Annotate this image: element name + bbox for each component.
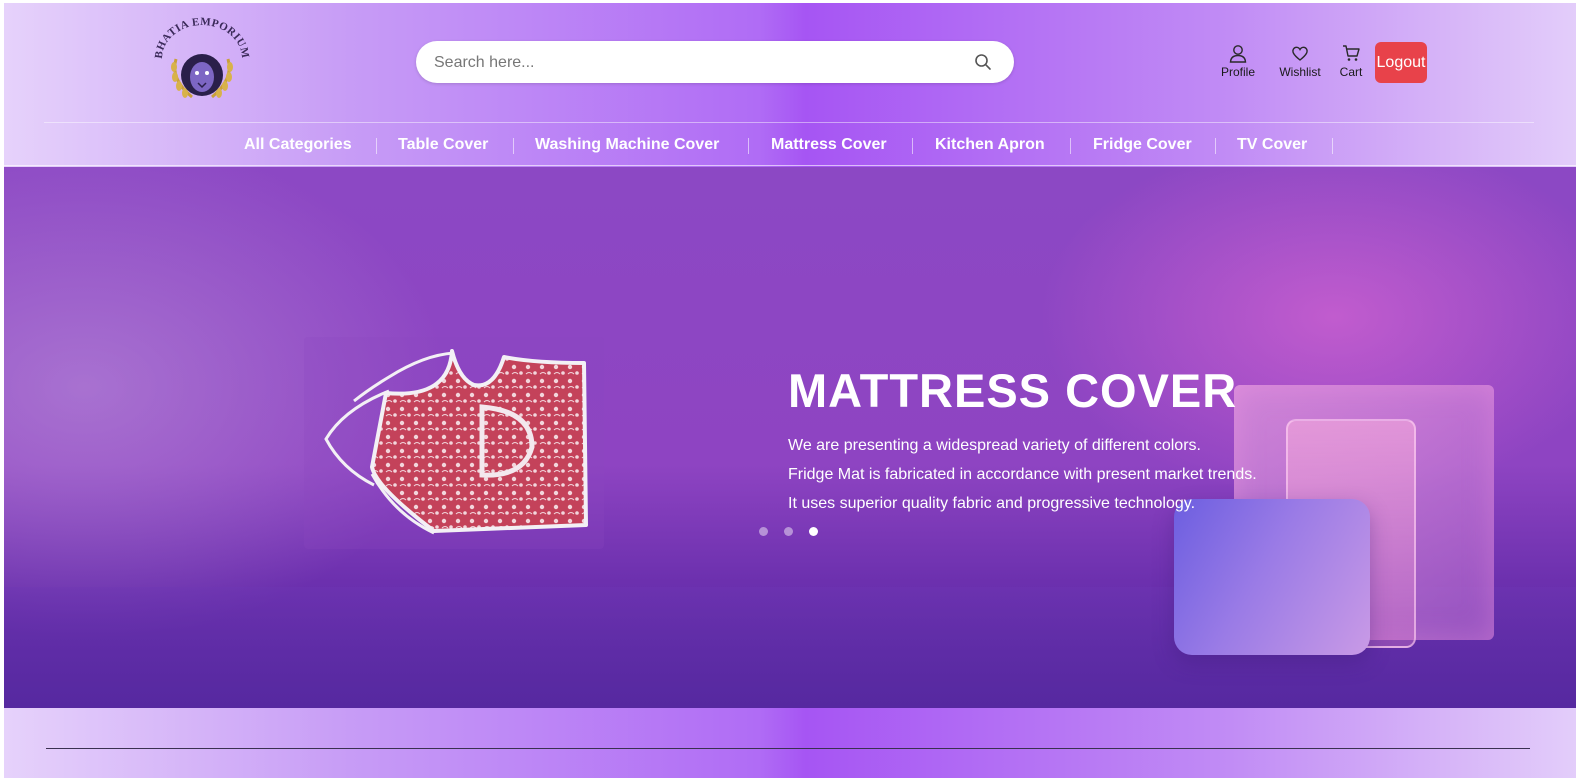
cart-label: Cart bbox=[1339, 65, 1363, 79]
section-divider bbox=[46, 748, 1530, 749]
svg-text:BHATIA EMPORIUM: BHATIA EMPORIUM bbox=[153, 17, 252, 59]
category-nav: All Categories Table Cover Washing Machi… bbox=[4, 124, 1576, 166]
brand-logo[interactable]: BHATIA EMPORIUM bbox=[152, 16, 252, 107]
hero-desc-line: We are presenting a widespread variety o… bbox=[788, 437, 1201, 454]
heart-icon bbox=[1292, 46, 1308, 61]
header-divider bbox=[44, 122, 1534, 123]
logout-button[interactable]: Logout bbox=[1375, 42, 1427, 83]
slider-dot-3[interactable] bbox=[809, 527, 818, 536]
apron-product-image bbox=[324, 349, 588, 535]
hero-desc-line: It uses superior quality fabric and prog… bbox=[788, 495, 1196, 512]
lion-emblem-icon: BHATIA EMPORIUM bbox=[153, 16, 252, 99]
nav-separator bbox=[513, 138, 514, 154]
nav-separator bbox=[1332, 138, 1333, 154]
search-bar bbox=[416, 41, 1014, 85]
nav-item-all-categories[interactable]: All Categories bbox=[244, 124, 352, 166]
wishlist-link[interactable]: Wishlist bbox=[1274, 43, 1326, 79]
nav-item-washing-machine-cover[interactable]: Washing Machine Cover bbox=[535, 124, 719, 166]
nav-separator bbox=[912, 138, 913, 154]
hero-slider: MATTRESS COVER We are presenting a wides… bbox=[4, 167, 1576, 708]
nav-item-tv-cover[interactable]: TV Cover bbox=[1237, 124, 1307, 166]
profile-link[interactable]: Profile bbox=[1216, 43, 1260, 79]
slider-dot-1[interactable] bbox=[759, 527, 768, 536]
cart-icon bbox=[1343, 45, 1360, 61]
profile-label: Profile bbox=[1220, 65, 1255, 79]
nav-item-table-cover[interactable]: Table Cover bbox=[398, 124, 488, 166]
nav-underline bbox=[4, 165, 1576, 166]
search-input[interactable] bbox=[432, 41, 956, 85]
user-icon bbox=[1229, 45, 1247, 63]
nav-item-fridge-cover[interactable]: Fridge Cover bbox=[1093, 124, 1192, 166]
hero-title: MATTRESS COVER bbox=[788, 364, 1238, 417]
nav-separator bbox=[1070, 138, 1071, 154]
hero-description: We are presenting a widespread variety o… bbox=[788, 431, 1257, 518]
slider-dot-2[interactable] bbox=[784, 527, 793, 536]
hero-desc-line: Fridge Mat is fabricated in accordance w… bbox=[788, 466, 1257, 483]
nav-separator bbox=[376, 138, 377, 154]
page: BHATIA EMPORIUM Search here... Profile W… bbox=[4, 3, 1576, 778]
decor-cube-small bbox=[1174, 499, 1370, 655]
nav-item-mattress-cover[interactable]: Mattress Cover bbox=[771, 124, 887, 166]
nav-item-kitchen-apron[interactable]: Kitchen Apron bbox=[935, 124, 1045, 166]
nav-separator bbox=[748, 138, 749, 154]
nav-separator bbox=[1215, 138, 1216, 154]
cart-link[interactable]: Cart bbox=[1336, 43, 1366, 79]
wishlist-label: Wishlist bbox=[1279, 65, 1321, 79]
search-icon[interactable] bbox=[974, 53, 992, 71]
